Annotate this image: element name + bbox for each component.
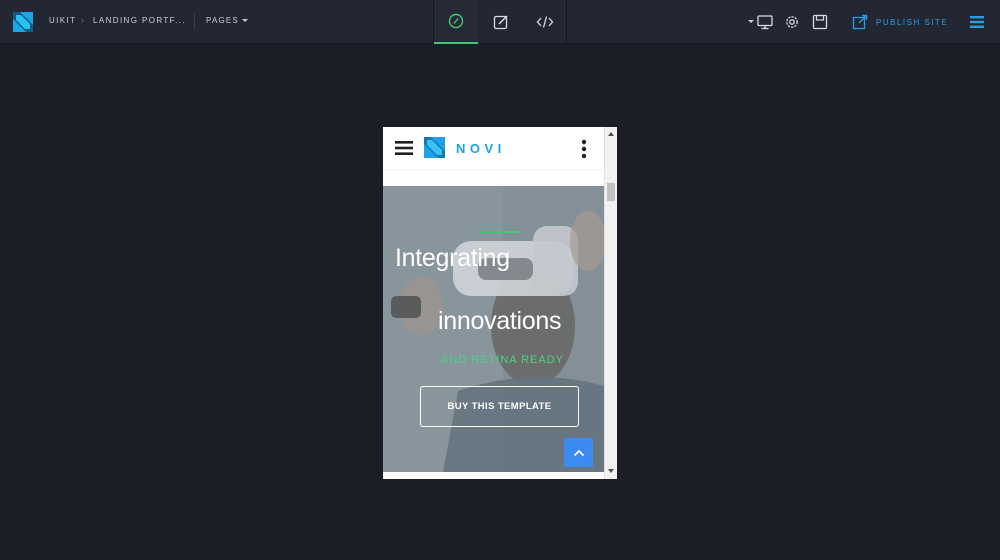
monitor-icon[interactable] — [756, 13, 774, 31]
pages-menu-button[interactable]: PAGES — [206, 16, 248, 25]
publish-site-label: PUBLISH SITE — [876, 17, 949, 27]
mode-switcher — [433, 0, 567, 44]
pages-menu-label: PAGES — [206, 16, 239, 25]
site-brand-name[interactable]: NOVI — [456, 141, 506, 156]
code-icon — [536, 16, 554, 28]
scrollbar-thumb[interactable] — [607, 183, 615, 201]
device-caret-icon[interactable] — [748, 20, 754, 23]
edit-icon — [493, 15, 508, 30]
mobile-preview-frame[interactable]: NOVI Integrating innovations AND RETINA … — [383, 127, 617, 479]
design-mode-button[interactable] — [434, 0, 478, 44]
caret-down-icon — [241, 19, 248, 23]
save-icon[interactable] — [811, 13, 829, 31]
chevron-up-icon — [573, 449, 584, 456]
buy-template-button[interactable]: BUY THIS TEMPLATE — [420, 386, 579, 427]
hero-subtitle: AND RETINA READY — [441, 354, 564, 366]
breadcrumb-project[interactable]: UIKIT — [49, 16, 76, 25]
hero-accent-line — [479, 231, 521, 233]
scroll-down-arrow-icon[interactable] — [608, 469, 614, 473]
hero-title-line-1: Integrating — [395, 244, 510, 272]
external-link-icon — [852, 14, 868, 30]
preview-scrollbar[interactable] — [604, 127, 617, 479]
edit-mode-button[interactable] — [479, 0, 523, 44]
more-vertical-icon[interactable] — [580, 139, 588, 159]
site-logo-icon[interactable] — [424, 137, 445, 158]
site-header: NOVI — [383, 127, 604, 170]
hamburger-menu-icon[interactable] — [969, 14, 985, 30]
hero-section: Integrating innovations AND RETINA READY… — [383, 186, 604, 472]
publish-site-button[interactable]: PUBLISH SITE — [852, 12, 948, 32]
novi-logo-icon[interactable] — [13, 12, 33, 32]
code-mode-button[interactable] — [523, 0, 567, 44]
editor-toolbar: UIKIT › LANDING PORTF... PAGES PUBLISH S… — [0, 0, 1000, 44]
toolbar-divider — [194, 14, 195, 30]
breadcrumb-separator: › — [81, 15, 84, 25]
hero-title-line-2: innovations — [438, 307, 562, 335]
site-menu-icon[interactable] — [395, 140, 413, 156]
scroll-up-arrow-icon[interactable] — [608, 132, 614, 136]
gear-icon[interactable] — [783, 13, 801, 31]
compass-icon — [448, 13, 464, 29]
scroll-to-top-button[interactable] — [564, 438, 593, 467]
breadcrumb-page[interactable]: LANDING PORTF... — [93, 16, 186, 25]
